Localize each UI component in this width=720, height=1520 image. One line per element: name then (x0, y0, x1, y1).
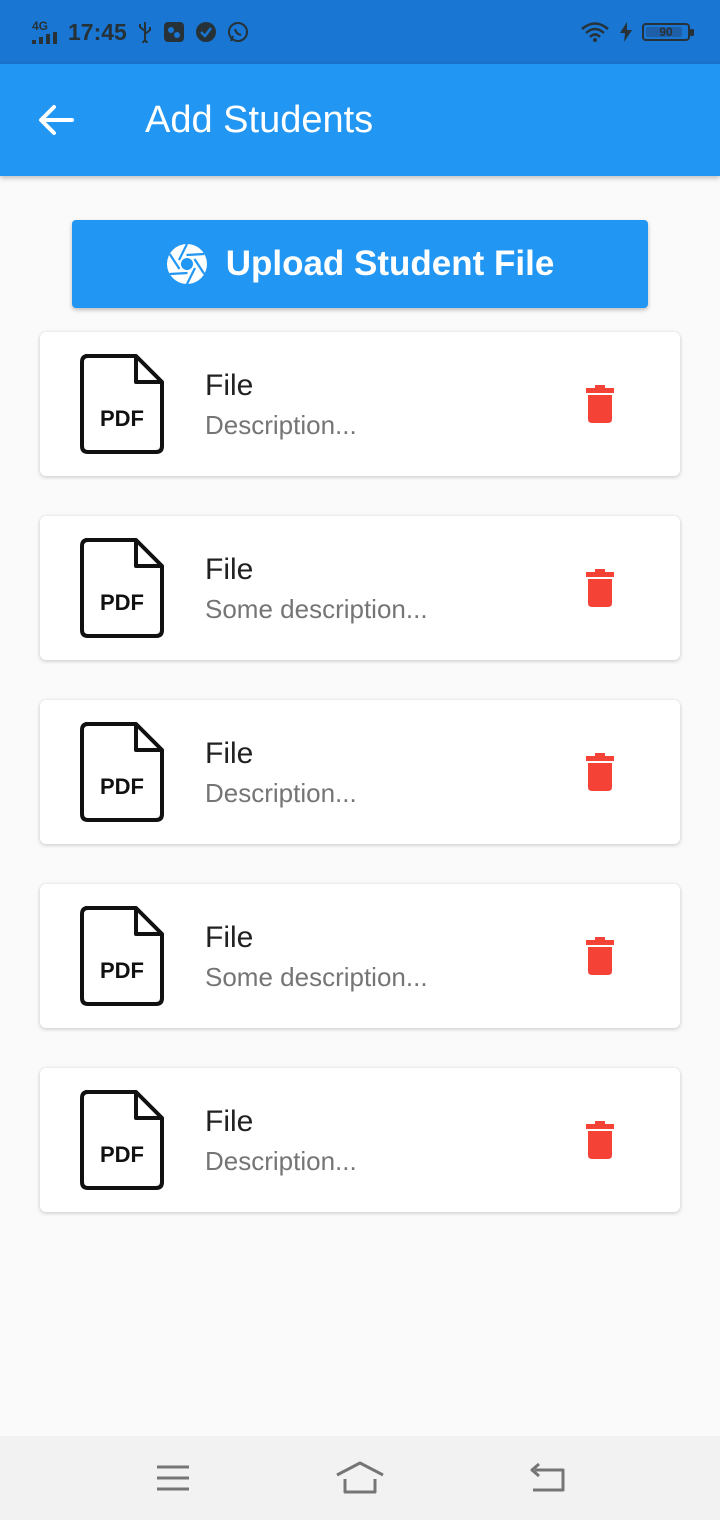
pdf-file-icon: PDF (80, 722, 164, 827)
file-card[interactable]: PDF File Some description... (40, 884, 680, 1028)
file-text: File Some description... (205, 920, 428, 994)
pdf-type-label: PDF (100, 1142, 144, 1167)
trash-icon (586, 569, 614, 607)
file-description: Description... (205, 778, 357, 808)
file-card[interactable]: PDF File Description... (40, 1068, 680, 1212)
network-type-label: 4G (32, 19, 49, 33)
pdf-type-label: PDF (100, 774, 144, 799)
trash-icon (586, 1121, 614, 1159)
status-right: 90 (580, 21, 694, 43)
arrow-back-icon (39, 105, 74, 135)
back-button[interactable] (0, 64, 112, 176)
system-nav-bar (0, 1436, 720, 1520)
pdf-type-label: PDF (100, 958, 144, 983)
pdf-file-icon: PDF (80, 906, 164, 1011)
usb-icon (137, 21, 153, 43)
file-description: Description... (205, 1146, 357, 1176)
file-title: File (205, 553, 254, 586)
pdf-file-icon: PDF (80, 538, 164, 643)
battery-indicator: 90 (642, 23, 694, 41)
file-card[interactable]: PDF File Description... (40, 332, 680, 476)
file-title: File (205, 737, 254, 770)
home-icon (336, 1461, 384, 1494)
file-card[interactable]: PDF File Description... (40, 700, 680, 844)
nav-back-button[interactable] (517, 1448, 577, 1508)
menu-icon (157, 1465, 190, 1491)
file-text: File Description... (205, 1104, 357, 1178)
app-notification-icon (163, 21, 185, 43)
pdf-type-label: PDF (100, 406, 144, 431)
signal-indicator: 4G (32, 20, 58, 44)
file-description: Some description... (205, 594, 428, 624)
app-bar: Add Students (0, 64, 720, 176)
charging-bolt-icon (620, 22, 632, 42)
battery-level-label: 90 (659, 25, 673, 39)
trash-icon (586, 753, 614, 791)
check-badge-icon (195, 21, 217, 43)
file-title: File (205, 1105, 254, 1138)
delete-button[interactable] (576, 560, 624, 616)
status-bar: 4G 17:45 90 (0, 0, 720, 64)
upload-button-label: Upload Student File (225, 244, 555, 283)
status-time: 17:45 (68, 18, 127, 45)
page-title: Add Students (145, 98, 374, 141)
status-left: 4G 17:45 (32, 19, 249, 46)
file-card[interactable]: PDF File Some description... (40, 516, 680, 660)
delete-button[interactable] (576, 744, 624, 800)
delete-button[interactable] (576, 928, 624, 984)
camera-shutter-icon (166, 243, 207, 285)
nav-home-button[interactable] (330, 1448, 390, 1508)
back-icon (530, 1462, 565, 1492)
upload-student-file-button[interactable]: Upload Student File (72, 220, 648, 308)
file-title: File (205, 369, 254, 402)
file-text: File Some description... (205, 552, 428, 626)
trash-icon (586, 937, 614, 975)
file-list: PDF File Description... PDF File Some de… (40, 332, 680, 1252)
file-description: Some description... (205, 962, 428, 992)
signal-icon (32, 32, 57, 44)
trash-icon (586, 385, 614, 423)
battery-tip (690, 29, 694, 36)
file-title: File (205, 921, 254, 954)
nav-menu-button[interactable] (143, 1448, 203, 1508)
wifi-icon (580, 21, 610, 43)
pdf-file-icon: PDF (80, 1090, 164, 1195)
whatsapp-icon (227, 21, 249, 43)
delete-button[interactable] (576, 376, 624, 432)
file-description: Description... (205, 410, 357, 440)
pdf-type-label: PDF (100, 590, 144, 615)
delete-button[interactable] (576, 1112, 624, 1168)
pdf-file-icon: PDF (80, 354, 164, 459)
file-text: File Description... (205, 736, 357, 810)
file-text: File Description... (205, 368, 357, 442)
